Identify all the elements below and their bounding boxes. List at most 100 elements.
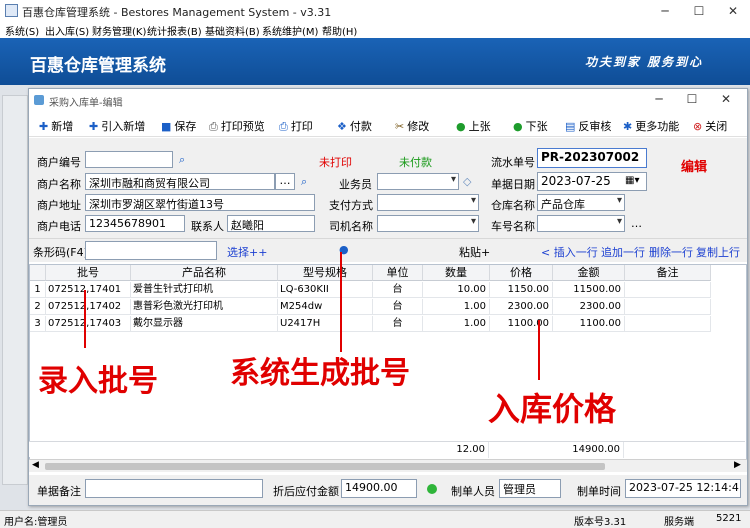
column-header[interactable]: 批号 bbox=[46, 265, 131, 281]
browse-button[interactable]: … bbox=[275, 173, 295, 190]
column-header[interactable]: 备注 bbox=[625, 265, 711, 281]
window-close-icon[interactable]: ✕ bbox=[711, 90, 741, 108]
batch-cell[interactable]: 072512,17401 bbox=[46, 282, 131, 298]
qty-cell[interactable]: 1.00 bbox=[423, 299, 490, 315]
column-header[interactable]: 价格 bbox=[490, 265, 553, 281]
menu-system[interactable]: 系统(S) bbox=[5, 23, 39, 38]
merchant-addr-input[interactable]: 深圳市罗湖区翠竹街道13号 bbox=[85, 194, 315, 211]
salesman-label: 业务员 bbox=[339, 178, 372, 191]
batch-cell[interactable]: 072512,17402 bbox=[46, 299, 131, 315]
new-button[interactable]: ✚ 新增 bbox=[39, 118, 73, 134]
import-new-button[interactable]: ✚ 引入新增 bbox=[89, 118, 145, 134]
paste-link[interactable]: 粘贴+ bbox=[459, 244, 490, 260]
note-cell[interactable] bbox=[625, 282, 711, 298]
payment-button[interactable]: ❖ 付款 bbox=[337, 118, 372, 134]
scroll-right-icon[interactable]: ▶ bbox=[734, 460, 741, 470]
column-header[interactable]: 数量 bbox=[423, 265, 490, 281]
prev-sheet-button[interactable]: ● 上张 bbox=[456, 118, 491, 134]
print-preview-button[interactable]: ⎙ 打印预览 bbox=[209, 118, 265, 134]
menu-help[interactable]: 帮助(H) bbox=[322, 23, 357, 38]
unapprove-icon: ▤ bbox=[565, 120, 576, 133]
note-cell[interactable] bbox=[625, 316, 711, 332]
plate-browse-button[interactable]: … bbox=[631, 217, 642, 230]
driver-select[interactable] bbox=[377, 215, 479, 232]
qty-cell[interactable]: 10.00 bbox=[423, 282, 490, 298]
menu-bar: 系统(S) 出入库(S) 财务管理(K) 统计报表(B) 基础资料(B) 系统维… bbox=[0, 22, 750, 38]
product-name-cell[interactable]: 戴尔显示器 bbox=[131, 316, 278, 332]
unit-cell[interactable]: 台 bbox=[373, 282, 423, 298]
serial-input[interactable]: PR-202307002 bbox=[537, 148, 647, 168]
next-sheet-button[interactable]: ● 下张 bbox=[513, 118, 548, 134]
maximize-icon[interactable]: ☐ bbox=[684, 2, 714, 20]
window-title: 采购入库单-编辑 bbox=[49, 98, 123, 109]
qty-cell[interactable]: 1.00 bbox=[423, 316, 490, 332]
down-icon: ● bbox=[513, 120, 523, 133]
menu-inout[interactable]: 出入库(S) bbox=[45, 23, 89, 38]
product-name-cell[interactable]: 惠普彩色激光打印机 bbox=[131, 299, 278, 315]
price-cell[interactable]: 1100.00 bbox=[490, 316, 553, 332]
price-cell[interactable]: 2300.00 bbox=[490, 299, 553, 315]
copy-row-link[interactable]: 复制上行 bbox=[696, 244, 740, 260]
up-icon: ● bbox=[456, 120, 466, 133]
batch-cell[interactable]: 072512,17403 bbox=[46, 316, 131, 332]
close-icon[interactable]: ✕ bbox=[718, 2, 748, 20]
calendar-icon[interactable]: ▦▾ bbox=[625, 175, 639, 186]
append-row-link[interactable]: 追加一行 bbox=[601, 244, 645, 260]
merchant-name-input[interactable]: 深圳市融和商贸有限公司 bbox=[85, 173, 275, 190]
unit-cell[interactable]: 台 bbox=[373, 316, 423, 332]
remark-label: 单据备注 bbox=[37, 485, 81, 498]
window-maximize-icon[interactable]: ☐ bbox=[677, 90, 707, 108]
model-cell[interactable]: LQ-630KII bbox=[278, 282, 373, 298]
column-header[interactable]: 产品名称 bbox=[131, 265, 278, 281]
purchase-inbound-window: 采购入库单-编辑 ─ ☐ ✕ ✚ 新增 ✚ 引入新增 ■ 保存 ⎙ 打印预览 ⎙ 打印 ❖… bbox=[28, 88, 748, 506]
insert-row-link[interactable]: < 插入一行 bbox=[541, 244, 598, 260]
merchant-name-label: 商户名称 bbox=[37, 178, 81, 191]
select-link[interactable]: 选择++ bbox=[227, 244, 267, 260]
row-number: 2 bbox=[30, 299, 46, 315]
unit-cell[interactable]: 台 bbox=[373, 299, 423, 315]
merchant-phone-input[interactable]: 12345678901 bbox=[85, 215, 185, 232]
remark-input[interactable] bbox=[85, 479, 263, 498]
row-number-header bbox=[30, 265, 46, 281]
unapprove-button[interactable]: ▤ 反审核 bbox=[565, 118, 611, 134]
contact-input[interactable]: 赵曦阳 bbox=[227, 215, 315, 232]
pay-method-select[interactable] bbox=[377, 194, 479, 211]
plate-select[interactable] bbox=[537, 215, 625, 232]
maker-input[interactable]: 管理员 bbox=[499, 479, 561, 498]
scroll-thumb[interactable] bbox=[45, 463, 605, 470]
save-button[interactable]: ■ 保存 bbox=[161, 118, 196, 134]
column-header[interactable]: 型号规格 bbox=[278, 265, 373, 281]
payment-icon: ❖ bbox=[337, 120, 347, 133]
search-icon[interactable]: ⌕ bbox=[179, 153, 185, 167]
barcode-input[interactable] bbox=[85, 241, 217, 260]
model-cell[interactable]: M254dw bbox=[278, 299, 373, 315]
product-name-cell[interactable]: 爱普生针式打印机 bbox=[131, 282, 278, 298]
column-header[interactable]: 金额 bbox=[553, 265, 625, 281]
scroll-left-icon[interactable]: ◀ bbox=[32, 460, 39, 470]
print-button[interactable]: ⎙ 打印 bbox=[279, 118, 313, 134]
menu-reports[interactable]: 统计报表(B) bbox=[147, 23, 202, 38]
menu-finance[interactable]: 财务管理(K) bbox=[92, 23, 146, 38]
search-icon[interactable]: ⌕ bbox=[301, 175, 307, 189]
column-header[interactable]: 单位 bbox=[373, 265, 423, 281]
window-minimize-icon[interactable]: ─ bbox=[644, 90, 674, 108]
merchant-code-input[interactable] bbox=[85, 151, 173, 168]
make-time-input[interactable]: 2023-07-25 12:14:41 bbox=[625, 479, 741, 498]
delete-row-link[interactable]: 删除一行 bbox=[649, 244, 693, 260]
app-banner: 百惠仓库管理系统 功夫到家 服务到心 bbox=[0, 38, 750, 85]
menu-basic[interactable]: 基础资料(B) bbox=[205, 23, 260, 38]
more-functions-button[interactable]: ✱ 更多功能 bbox=[623, 118, 679, 134]
eraser-icon[interactable]: ◇ bbox=[463, 175, 471, 188]
close-window-button[interactable]: ⊗ 关闭 bbox=[693, 118, 727, 134]
minimize-icon[interactable]: ─ bbox=[650, 2, 680, 20]
menu-maintenance[interactable]: 系统维护(M) bbox=[262, 23, 318, 38]
model-cell[interactable]: U2417H bbox=[278, 316, 373, 332]
discount-input[interactable]: 14900.00 bbox=[341, 479, 417, 498]
note-cell[interactable] bbox=[625, 299, 711, 315]
modify-button[interactable]: ✂ 修改 bbox=[395, 118, 429, 134]
salesman-select[interactable] bbox=[377, 173, 459, 190]
price-cell[interactable]: 1150.00 bbox=[490, 282, 553, 298]
print-preview-icon: ⎙ bbox=[209, 120, 218, 133]
horizontal-scrollbar[interactable]: ◀ ▶ bbox=[29, 459, 747, 472]
warehouse-select[interactable]: 产品仓库 bbox=[537, 194, 625, 211]
